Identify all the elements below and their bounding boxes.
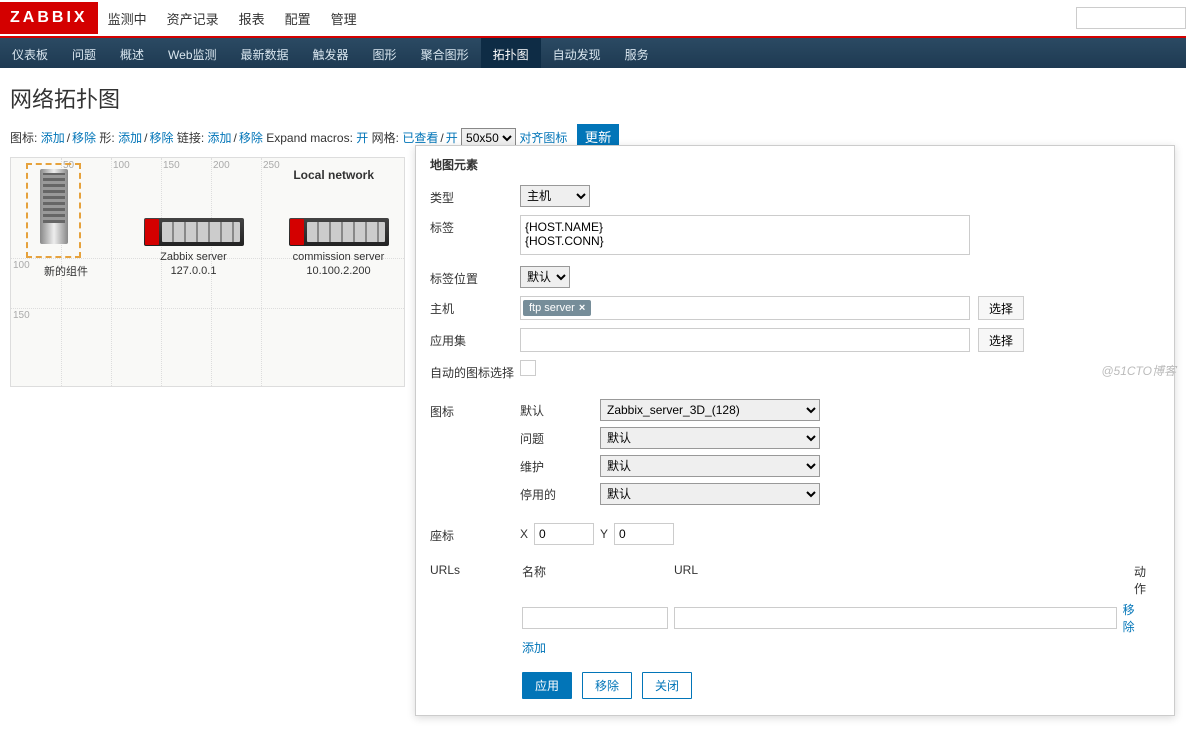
app-input[interactable]: [520, 328, 970, 352]
sub-nav: 仪表板问题概述Web监测最新数据触发器图形聚合图形拓扑图自动发现服务: [0, 38, 1186, 68]
server-rack-icon: [289, 218, 389, 246]
align-icons-link[interactable]: 对齐图标: [519, 131, 567, 145]
grid-row-label: 150: [13, 310, 30, 321]
grid-col-label: 250: [263, 160, 280, 171]
url-name-header: 名称: [522, 563, 674, 597]
top-menu-item[interactable]: 监测中: [98, 0, 157, 39]
icon-problem-select[interactable]: 默认: [600, 427, 820, 449]
app-label: 应用集: [430, 328, 520, 349]
element-panel: 地图元素 类型 主机 标签 {HOST.NAME} {HOST.CONN} 标签…: [415, 145, 1175, 716]
url-url-header: URL: [674, 563, 1134, 597]
toolbar-link-label: 链接:: [177, 131, 204, 145]
expand-label: Expand macros:: [266, 131, 353, 145]
sub-menu-item[interactable]: 拓扑图: [481, 38, 541, 68]
sub-menu-item[interactable]: 最新数据: [229, 38, 301, 68]
y-input[interactable]: [614, 523, 674, 545]
map-canvas[interactable]: Local network 50100150200250 100150 新的组件…: [10, 157, 405, 387]
host-tag-remove-icon[interactable]: ×: [579, 302, 585, 314]
panel-title: 地图元素: [416, 146, 1174, 181]
x-input[interactable]: [534, 523, 594, 545]
type-select[interactable]: 主机: [520, 185, 590, 207]
icon-disabled-select[interactable]: 默认: [600, 483, 820, 505]
map-node-new[interactable]: [26, 163, 81, 258]
icon-default-sublabel: 默认: [520, 399, 590, 421]
type-label: 类型: [430, 185, 520, 206]
sub-menu-item[interactable]: 服务: [613, 38, 661, 68]
sub-menu-item[interactable]: 概述: [108, 38, 156, 68]
watermark: @51CTO博客: [1101, 362, 1176, 379]
icon-problem-sublabel: 问题: [520, 427, 590, 449]
url-remove-link[interactable]: 移除: [1123, 601, 1146, 635]
y-label: Y: [600, 527, 608, 541]
top-menu: 监测中资产记录报表配置管理: [98, 0, 367, 39]
grid-shown-toggle[interactable]: 已查看: [402, 131, 438, 145]
icon-default-select[interactable]: Zabbix_server_3D_(128): [600, 399, 820, 421]
icon-label: 图标: [430, 399, 520, 420]
sub-menu-item[interactable]: Web监测: [156, 38, 228, 68]
sub-menu-item[interactable]: 仪表板: [0, 38, 60, 68]
search-input[interactable]: [1076, 7, 1186, 29]
tag-pos-label: 标签位置: [430, 266, 520, 287]
grid-col-label: 150: [163, 160, 180, 171]
map-title: Local network: [293, 168, 374, 182]
shape-remove-link[interactable]: 移除: [149, 131, 173, 145]
close-button[interactable]: 关闭: [642, 672, 692, 699]
search-area: [1076, 7, 1186, 29]
host-label: 主机: [430, 296, 520, 317]
logo: ZABBIX: [0, 2, 98, 34]
host-input[interactable]: ftp server ×: [520, 296, 970, 320]
top-nav: ZABBIX 监测中资产记录报表配置管理: [0, 0, 1186, 38]
toolbar-shape-label: 形:: [99, 131, 114, 145]
url-add-link[interactable]: 添加: [522, 641, 546, 655]
top-menu-item[interactable]: 报表: [229, 0, 275, 39]
page-title: 网络拓扑图: [0, 68, 1186, 118]
sub-menu-item[interactable]: 聚合图形: [409, 38, 481, 68]
sub-menu-item[interactable]: 问题: [60, 38, 108, 68]
sub-menu-item[interactable]: 自动发现: [541, 38, 613, 68]
icon-remove-link[interactable]: 移除: [72, 131, 96, 145]
grid-col-label: 200: [213, 160, 230, 171]
shape-add-link[interactable]: 添加: [118, 131, 142, 145]
url-url-input[interactable]: [674, 607, 1117, 629]
icon-disabled-sublabel: 停用的: [520, 483, 590, 505]
icon-add-link[interactable]: 添加: [41, 131, 65, 145]
top-menu-item[interactable]: 资产记录: [157, 0, 229, 39]
tower-icon: [40, 169, 68, 244]
new-node-label: 新的组件: [26, 263, 106, 279]
map-node-label: commission server10.100.2.200: [286, 250, 391, 279]
app-select-button[interactable]: 选择: [978, 328, 1024, 352]
apply-button[interactable]: 应用: [522, 672, 572, 699]
map-node[interactable]: Zabbix server127.0.0.1: [141, 218, 246, 279]
url-action-header: 动作: [1134, 563, 1146, 597]
sub-menu-item[interactable]: 图形: [361, 38, 409, 68]
top-menu-item[interactable]: 管理: [321, 0, 367, 39]
icon-maint-sublabel: 维护: [520, 455, 590, 477]
top-menu-item[interactable]: 配置: [275, 0, 321, 39]
tag-pos-select[interactable]: 默认: [520, 266, 570, 288]
tag-textarea[interactable]: {HOST.NAME} {HOST.CONN}: [520, 215, 970, 255]
grid-col-label: 100: [113, 160, 130, 171]
auto-icon-label: 自动的图标选择: [430, 360, 520, 381]
server-rack-icon: [144, 218, 244, 246]
host-select-button[interactable]: 选择: [978, 296, 1024, 320]
host-tag[interactable]: ftp server ×: [523, 300, 591, 316]
icon-maint-select[interactable]: 默认: [600, 455, 820, 477]
url-name-input[interactable]: [522, 607, 668, 629]
toolbar-icon-label: 图标:: [10, 131, 37, 145]
sub-menu-item[interactable]: 触发器: [301, 38, 361, 68]
auto-icon-checkbox[interactable]: [520, 360, 536, 376]
tag-label: 标签: [430, 215, 520, 236]
link-remove-link[interactable]: 移除: [239, 131, 263, 145]
grid-on-toggle[interactable]: 开: [446, 131, 458, 145]
map-node[interactable]: commission server10.100.2.200: [286, 218, 391, 279]
link-add-link[interactable]: 添加: [208, 131, 232, 145]
remove-button[interactable]: 移除: [582, 672, 632, 699]
coord-label: 座标: [430, 523, 520, 544]
urls-label: URLs: [430, 559, 508, 577]
host-tag-text: ftp server: [529, 302, 575, 314]
map-node-label: Zabbix server127.0.0.1: [141, 250, 246, 279]
x-label: X: [520, 527, 528, 541]
expand-toggle[interactable]: 开: [356, 131, 368, 145]
grid-label: 网格:: [372, 131, 399, 145]
